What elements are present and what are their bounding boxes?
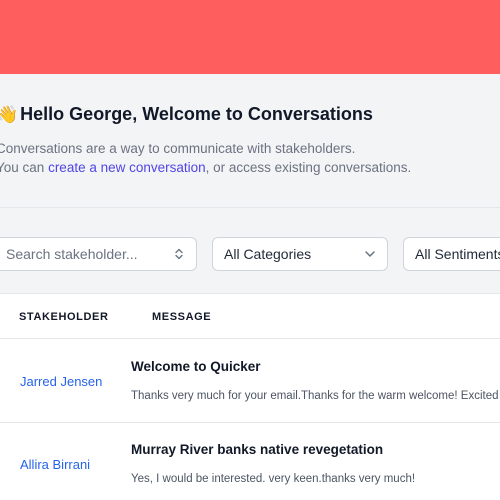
sentiment-value: All Sentiments (415, 246, 500, 262)
greeting-text: Hello George, Welcome to Conversations (20, 104, 373, 124)
intro-line-1: Conversations are a way to communicate w… (0, 141, 356, 156)
intro-suffix: , or access existing conversations. (205, 160, 412, 175)
page-title: 👋 Hello George, Welcome to Conversations (0, 104, 373, 125)
top-banner (0, 0, 500, 74)
category-value: All Categories (224, 246, 312, 262)
stakeholder-link[interactable]: Allira Birrani (20, 457, 90, 472)
message-subject: Murray River banks native revegetation (131, 442, 384, 457)
stakeholder-link[interactable]: Jarred Jensen (20, 374, 102, 389)
column-header-message: MESSAGE (152, 311, 212, 323)
intro-line-2: You can create a new conversation, or ac… (0, 160, 411, 175)
sort-updown-icon (175, 248, 183, 260)
search-stakeholder-input[interactable]: Search stakeholder... (0, 237, 197, 271)
message-subject: Welcome to Quicker (131, 359, 261, 374)
message-preview: Yes, I would be interested. very keen.th… (131, 473, 416, 485)
chevron-down-icon (365, 251, 375, 257)
wave-emoji-icon: 👋 (0, 104, 19, 124)
search-placeholder: Search stakeholder... (6, 246, 138, 262)
column-header-stakeholder: STAKEHOLDER (19, 311, 109, 323)
intro-prefix: You can (0, 160, 49, 175)
category-select[interactable]: All Categories (212, 237, 388, 271)
message-preview: Thanks very much for your email.Thanks f… (131, 390, 499, 402)
create-conversation-link[interactable]: create a new conversation (48, 160, 206, 175)
sentiment-select[interactable]: All Sentiments (403, 237, 500, 271)
